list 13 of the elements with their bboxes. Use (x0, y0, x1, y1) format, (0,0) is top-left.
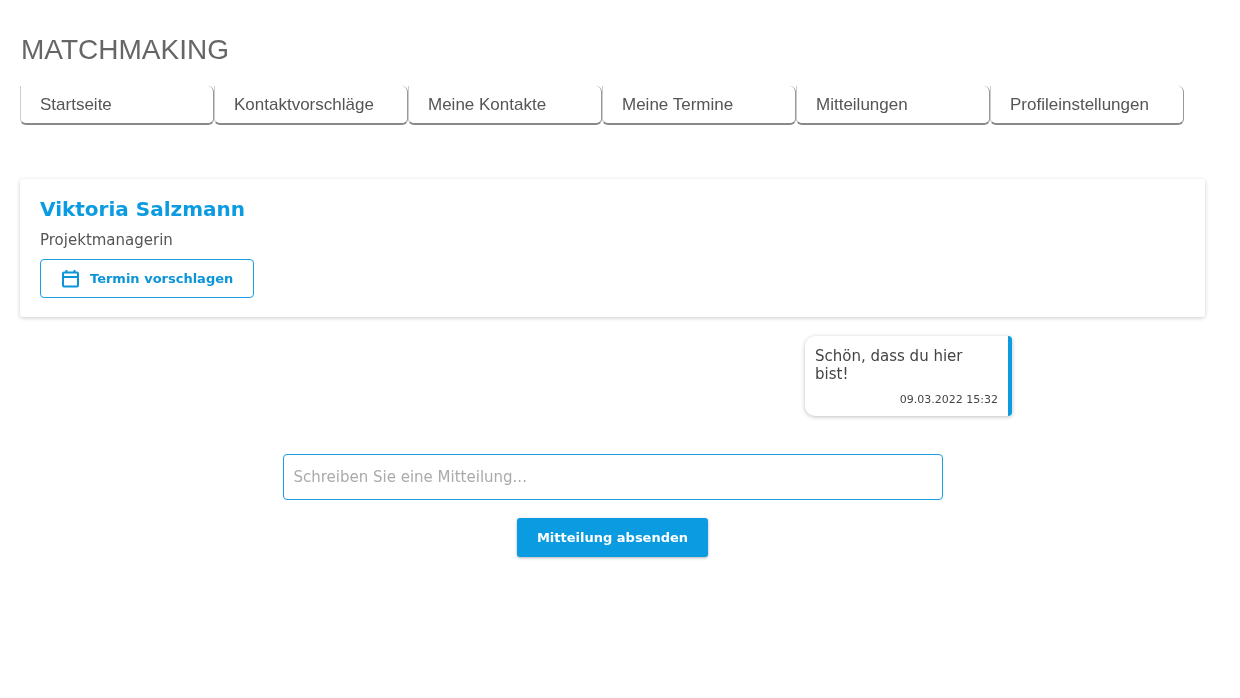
nav-tab[interactable]: Startseite (20, 86, 214, 125)
calendar-icon (61, 269, 80, 288)
nav-tab[interactable]: Mitteilungen (796, 86, 990, 125)
message-text: Schön, dass du hier bist! (815, 347, 964, 383)
message-time: 09.03.2022 15:32 (899, 393, 998, 406)
contact-name: Viktoria Salzmann (40, 197, 245, 221)
nav-tab[interactable]: Profileinstellungen (990, 86, 1184, 125)
app-title: MATCHMAKING (21, 34, 230, 66)
nav-tab[interactable]: Meine Termine (602, 86, 796, 125)
message-input[interactable]: Schreiben Sie eine Mitteilung... (282, 454, 943, 500)
nav-tab[interactable]: Kontaktvorschläge (214, 86, 408, 125)
nav-tab[interactable]: Meine Kontakte (408, 86, 602, 125)
contact-role: Projektmanagerin (40, 231, 173, 249)
